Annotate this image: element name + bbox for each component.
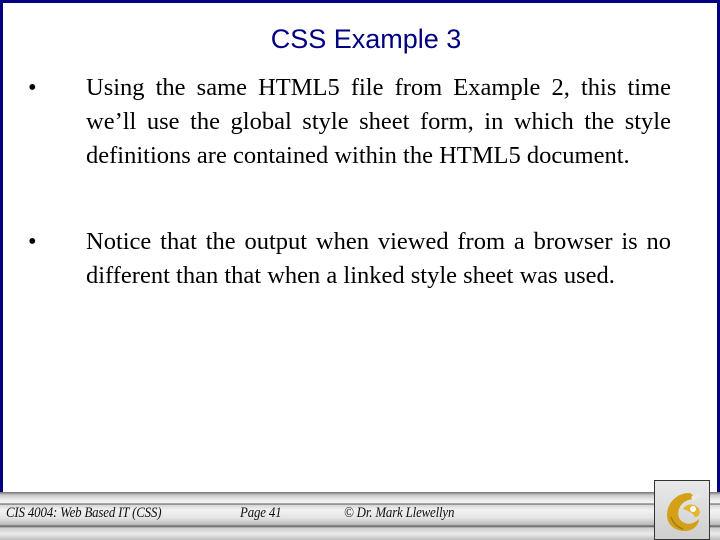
bullet-text: Notice that the output when viewed from …: [86, 228, 671, 289]
slide-title: CSS Example 3: [270, 24, 462, 54]
footer-course: CIS 4004: Web Based IT (CSS): [6, 505, 162, 521]
bullet-text: Using the same HTML5 file from Example 2…: [86, 74, 671, 169]
bullet-marker: •: [28, 74, 37, 101]
logo-box: [654, 480, 710, 540]
bullet-item: • Notice that the output when viewed fro…: [26, 225, 676, 293]
footer-author: © Dr. Mark Llewellyn: [344, 505, 455, 521]
bullet-marker: •: [28, 228, 37, 255]
pegasus-logo-icon: [667, 493, 703, 531]
bullet-item: • Using the same HTML5 file from Example…: [26, 71, 676, 173]
footer-page-number: Page 41: [240, 505, 282, 521]
